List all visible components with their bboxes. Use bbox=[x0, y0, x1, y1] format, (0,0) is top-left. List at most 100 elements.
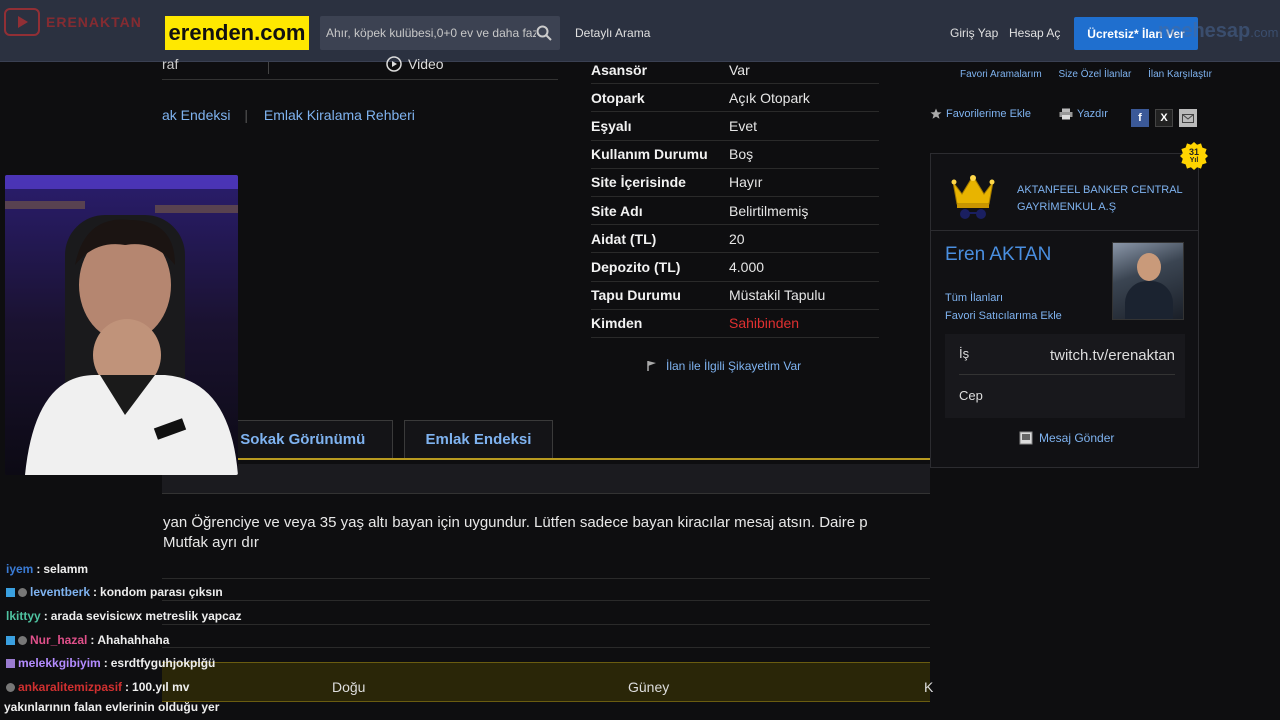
company-name[interactable]: AKTANFEEL BANKER CENTRAL GAYRİMENKUL A.Ş bbox=[1017, 182, 1193, 215]
row-divider bbox=[162, 647, 930, 648]
chat-text: kondom parası çıksın bbox=[100, 585, 223, 599]
property-row: Site İçerisinde Hayır bbox=[591, 169, 879, 197]
property-value: Müstakil Tapulu bbox=[729, 287, 826, 304]
search-icon[interactable] bbox=[536, 25, 552, 41]
chat-message: ankaralitemizpasif : 100.yıl mv bbox=[6, 680, 189, 694]
badge-icon bbox=[6, 635, 15, 645]
all-listings-link[interactable]: Tüm İlanları bbox=[945, 290, 1062, 308]
property-row: Depozito (TL) 4.000 bbox=[591, 253, 879, 282]
badge-icon bbox=[6, 587, 15, 597]
favorite-seller-link[interactable]: Favori Satıcılarıma Ekle bbox=[945, 308, 1062, 326]
share-buttons: f X bbox=[1131, 109, 1197, 127]
property-key: Kullanım Durumu bbox=[591, 146, 708, 163]
property-key: Depozito (TL) bbox=[591, 258, 681, 275]
row-divider bbox=[162, 578, 930, 579]
chat-message: melekkgibiyim : esrdtfyguhjokplğü bbox=[6, 656, 215, 670]
message-icon bbox=[1019, 431, 1033, 445]
chat-text: Ahahahhaha bbox=[97, 633, 170, 647]
property-key: Otopark bbox=[591, 89, 645, 106]
facade-directions-row: Doğu Güney K bbox=[162, 662, 933, 702]
chat-message: iyem : selamm bbox=[6, 562, 89, 576]
mobile-phone-label: Cep bbox=[959, 388, 983, 403]
chat-username[interactable]: Nur_hazal bbox=[30, 633, 87, 647]
tab-photos[interactable]: raf bbox=[162, 56, 178, 72]
description-line: yan Öğrenciye ve veya 35 yaş altı bayan … bbox=[163, 514, 868, 531]
property-key: Asansör bbox=[591, 61, 648, 78]
chat-username[interactable]: iyem bbox=[6, 562, 33, 576]
emlak-endeksi-link[interactable]: ak Endeksi bbox=[162, 107, 230, 123]
chat-text: arada sevisicwx metreslik yapcaz bbox=[50, 609, 242, 623]
send-message-label: Mesaj Gönder bbox=[1039, 431, 1115, 445]
facebook-icon[interactable]: f bbox=[1131, 109, 1149, 127]
search-input[interactable] bbox=[326, 26, 536, 40]
chat-username[interactable]: melekkgibiyim bbox=[18, 656, 101, 670]
chat-username[interactable]: leventberk bbox=[30, 585, 90, 599]
x-twitter-icon[interactable]: X bbox=[1155, 109, 1173, 127]
tab-divider bbox=[268, 62, 269, 74]
chat-username[interactable]: ankaralitemizpasif bbox=[18, 680, 122, 694]
chat-message: leventberk : kondom parası çıksın bbox=[6, 585, 223, 599]
add-favorite-button[interactable]: Favorilerime Ekle bbox=[930, 108, 1031, 120]
info-links: ak Endeksi | Emlak Kiralama Rehberi bbox=[162, 107, 425, 123]
property-details-table: Asansör Var Otopark Açık Otopark Eşyalı Eve… bbox=[591, 56, 879, 338]
add-favorite-label: Favorilerime Ekle bbox=[946, 108, 1031, 120]
property-key: Kimden bbox=[591, 315, 643, 332]
property-key: Site İçerisinde bbox=[591, 174, 686, 191]
chat-text: 100.yıl mv bbox=[132, 680, 190, 694]
link-divider: | bbox=[244, 107, 249, 123]
play-icon bbox=[4, 8, 40, 36]
property-value: 4.000 bbox=[729, 258, 765, 275]
chat-text: yakınlarının falan evlerinin olduğu yer bbox=[4, 700, 220, 714]
property-row: Asansör Var bbox=[591, 56, 879, 85]
complaint-link[interactable]: İlan ile İlgili Şikayetim Var bbox=[646, 359, 801, 373]
flag-icon bbox=[647, 361, 656, 371]
seller-card: AKTANFEEL BANKER CENTRAL GAYRİMENKUL A.Ş… bbox=[930, 153, 1199, 468]
webcam-overlay bbox=[5, 175, 238, 475]
avatar-body bbox=[1125, 281, 1173, 319]
tab-underline bbox=[162, 458, 930, 460]
login-link[interactable]: Giriş Yap bbox=[950, 26, 998, 40]
chat-message: Nur_hazal : Ahahahhaha bbox=[6, 633, 169, 647]
watermark-main: ncehesap bbox=[1158, 20, 1251, 42]
years-badge-number: 31 bbox=[1188, 147, 1199, 157]
site-logo[interactable]: erenden.com bbox=[165, 16, 309, 50]
send-message-button[interactable]: Mesaj Gönder bbox=[1019, 431, 1114, 445]
property-row: Aidat (TL) 20 bbox=[591, 225, 879, 254]
advanced-search-link[interactable]: Detaylı Arama bbox=[575, 26, 650, 40]
row-divider bbox=[162, 624, 930, 625]
property-row: Otopark Açık Otopark bbox=[591, 84, 879, 113]
property-value: 20 bbox=[729, 230, 745, 247]
print-button[interactable]: Yazdır bbox=[1059, 108, 1108, 120]
description-header bbox=[162, 464, 930, 494]
property-row: Eşyalı Evet bbox=[591, 112, 879, 141]
special-listings-link[interactable]: Size Özel İlanlar bbox=[1058, 69, 1131, 80]
search-box[interactable] bbox=[320, 16, 560, 50]
mail-icon[interactable] bbox=[1179, 109, 1197, 127]
seller-name[interactable]: Eren AKTAN bbox=[945, 244, 1051, 266]
chat-username[interactable]: lkittyy bbox=[6, 609, 41, 623]
listing-actions: Favorilerime Ekle Yazdır bbox=[930, 108, 1136, 120]
chat-text: esrdtfyguhjokplğü bbox=[110, 656, 216, 670]
description-line: Mutfak ayrı dır bbox=[163, 533, 259, 551]
register-link[interactable]: Hesap Aç bbox=[1009, 26, 1060, 40]
tab-emlak-endeksi[interactable]: Emlak Endeksi bbox=[404, 420, 553, 458]
favorite-searches-link[interactable]: Favori Aramalarım bbox=[960, 69, 1042, 80]
chat-message: lkittyy : arada sevisicwx metreslik yapc… bbox=[6, 609, 242, 623]
printer-icon bbox=[1059, 108, 1073, 120]
work-phone-value: twitch.tv/erenaktan bbox=[1049, 347, 1175, 364]
star-icon bbox=[930, 108, 942, 119]
tab-video[interactable]: Video bbox=[386, 56, 444, 72]
direction-south: Güney bbox=[628, 679, 670, 695]
sub-badge-icon bbox=[6, 658, 15, 668]
complaint-label: İlan ile İlgili Şikayetim Var bbox=[666, 359, 802, 373]
property-row: Tapu Durumu Müstakil Tapulu bbox=[591, 282, 879, 310]
compare-listings-link[interactable]: İlan Karşılaştır bbox=[1148, 69, 1212, 80]
sub-badge-icon bbox=[18, 635, 27, 645]
contact-info: İş twitch.tv/erenaktan Cep bbox=[945, 334, 1185, 418]
work-phone-label: İş bbox=[959, 346, 970, 361]
watermark-suffix: .com bbox=[1250, 25, 1279, 40]
property-row: Kullanım Durumu Boş bbox=[591, 141, 879, 169]
rental-guide-link[interactable]: Emlak Kiralama Rehberi bbox=[264, 107, 415, 123]
media-tabs: raf Video bbox=[162, 56, 558, 80]
property-row: Kimden Sahibinden bbox=[591, 310, 879, 338]
